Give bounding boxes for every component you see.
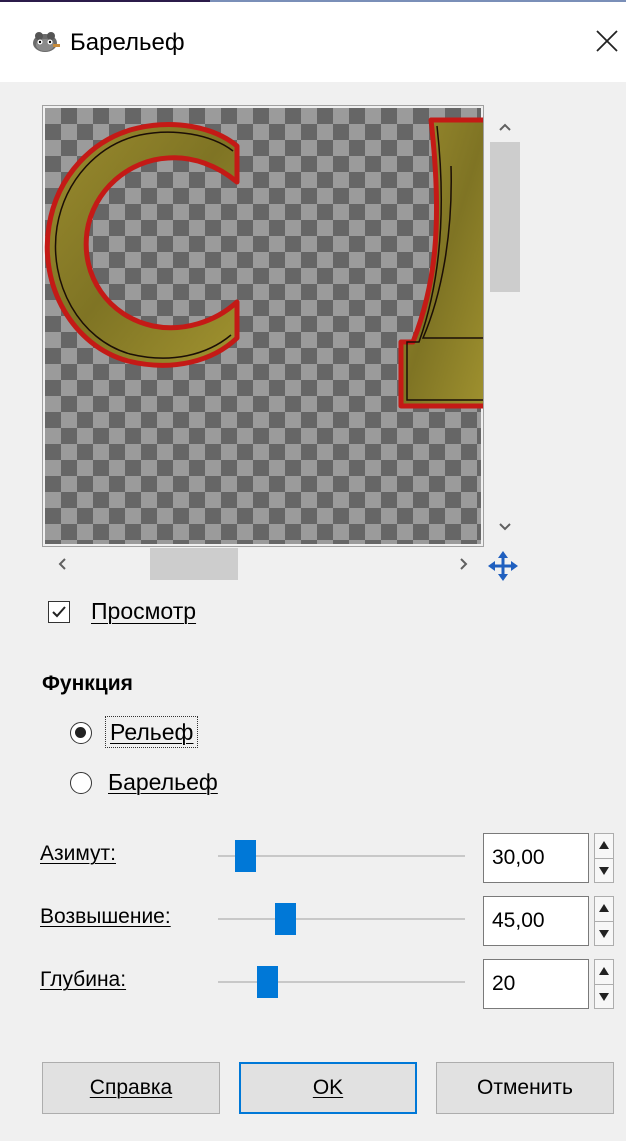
depth-input[interactable]: 20 <box>483 959 589 1009</box>
function-section-title: Функция <box>42 672 133 695</box>
spin-down-icon[interactable] <box>595 921 613 945</box>
radio-relief-button[interactable] <box>70 722 92 744</box>
checkmark-icon <box>52 606 66 618</box>
azimuth-input[interactable]: 30,00 <box>483 833 589 883</box>
azimuth-label: Азимут: <box>40 842 116 865</box>
preview-checkbox-label: Просмотр <box>91 598 197 624</box>
depth-spinner[interactable] <box>594 959 614 1009</box>
help-button[interactable]: Справка <box>42 1062 220 1114</box>
elevation-row: Возвышение: 45,00 <box>0 889 626 949</box>
preview-letter-c <box>44 122 240 368</box>
elevation-slider-thumb[interactable] <box>274 903 296 935</box>
spin-up-icon[interactable] <box>595 834 613 859</box>
radio-relief-label: Рельеф <box>104 716 199 748</box>
close-icon[interactable] <box>590 24 624 58</box>
azimuth-slider-thumb[interactable] <box>235 840 257 872</box>
window-title: Барельеф <box>70 29 185 56</box>
preview-checkbox[interactable] <box>48 601 70 623</box>
depth-slider-thumb[interactable] <box>257 966 279 998</box>
horizontal-scroll-thumb[interactable] <box>150 548 238 580</box>
depth-label: Глубина: <box>40 968 127 991</box>
preview-image <box>44 117 483 409</box>
spin-down-icon[interactable] <box>595 984 613 1008</box>
navigate-move-icon[interactable] <box>487 550 519 582</box>
vertical-scroll-thumb[interactable] <box>490 142 520 292</box>
elevation-label: Возвышение: <box>40 905 171 928</box>
depth-row: Глубина: 20 <box>0 952 626 1012</box>
depth-slider-track[interactable] <box>218 981 465 983</box>
ok-button[interactable]: OK <box>239 1062 417 1114</box>
azimuth-row: Азимут: 30,00 <box>0 826 626 886</box>
title-bar[interactable]: Барельеф <box>0 2 626 82</box>
scroll-right-icon[interactable] <box>455 555 473 573</box>
preview-canvas[interactable] <box>42 105 484 547</box>
gimp-icon <box>33 32 60 52</box>
spin-down-icon[interactable] <box>595 858 613 882</box>
radio-bas-relief-button[interactable] <box>70 772 92 794</box>
elevation-input[interactable]: 45,00 <box>483 896 589 946</box>
radio-bas-relief-label: Барельеф <box>108 769 218 795</box>
scroll-down-icon[interactable] <box>496 518 514 536</box>
elevation-slider-track[interactable] <box>218 918 465 920</box>
spin-up-icon[interactable] <box>595 960 613 985</box>
elevation-spinner[interactable] <box>594 896 614 946</box>
preview-horizontal-scrollbar[interactable] <box>45 548 485 580</box>
scroll-up-icon[interactable] <box>496 118 514 136</box>
azimuth-spinner[interactable] <box>594 833 614 883</box>
spin-up-icon[interactable] <box>595 897 613 922</box>
preview-vertical-scrollbar[interactable] <box>490 108 520 538</box>
scroll-left-icon[interactable] <box>53 555 71 573</box>
cancel-button[interactable]: Отменить <box>436 1062 614 1114</box>
